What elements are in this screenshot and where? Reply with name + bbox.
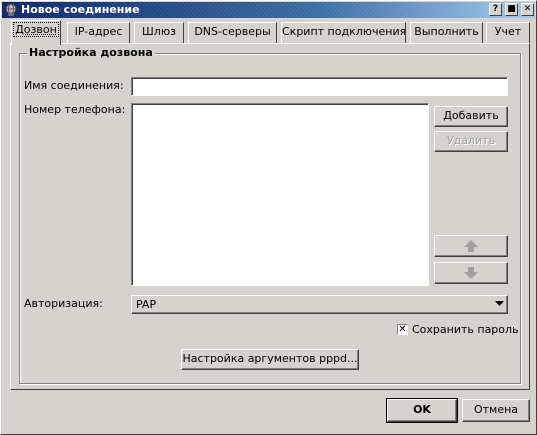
help-button[interactable]: ?	[489, 3, 502, 16]
tab-login-script[interactable]: Скрипт подключения	[281, 22, 406, 43]
save-password-label: Сохранить пароль	[412, 323, 519, 336]
tab-pane-dial: Настройка дозвона Имя соединения: Номер …	[10, 43, 530, 390]
tab-accounting[interactable]: Учет	[486, 22, 530, 43]
connection-name-label: Имя соединения:	[24, 79, 124, 92]
title-bar[interactable]: Новое соединение ? ■ ✕	[2, 2, 535, 18]
window-title: Новое соединение	[21, 3, 140, 16]
connection-name-input[interactable]	[131, 77, 508, 96]
tab-dns[interactable]: DNS-серверы	[188, 22, 277, 43]
arrow-up-icon	[464, 240, 478, 252]
move-up-button[interactable]	[434, 235, 508, 257]
group-title: Настройка дозвона	[27, 46, 155, 59]
move-down-button[interactable]	[434, 262, 508, 284]
phone-number-list[interactable]	[131, 103, 429, 286]
chevron-down-icon	[495, 301, 504, 306]
close-button[interactable]: ✕	[521, 3, 534, 16]
tab-dial-label: Дозвон	[13, 22, 59, 37]
ok-button[interactable]: OK	[386, 398, 458, 423]
maximize-button[interactable]: ■	[505, 3, 518, 16]
tab-gateway[interactable]: Шлюз	[134, 22, 184, 43]
dial-settings-group: Настройка дозвона Имя соединения: Номер …	[19, 46, 521, 384]
auth-label: Авторизация:	[24, 297, 103, 310]
save-password-checkbox[interactable]: ✕	[397, 324, 408, 335]
auth-select[interactable]: PAP	[131, 295, 508, 314]
dialog-window: Новое соединение ? ■ ✕ Дозвон IP-адрес Ш…	[0, 0, 537, 435]
kppp-globe-icon	[5, 3, 17, 17]
pppd-arguments-button[interactable]: Настройка аргументов pppd...	[181, 349, 359, 370]
tab-execute[interactable]: Выполнить	[410, 22, 483, 43]
tab-dial[interactable]: Дозвон	[11, 20, 61, 45]
arrow-down-icon	[464, 267, 478, 279]
tab-ip-address[interactable]: IP-адрес	[67, 22, 130, 43]
phone-number-label: Номер телефона:	[24, 103, 126, 116]
add-button[interactable]: Добавить	[434, 106, 508, 127]
auth-select-value: PAP	[136, 298, 157, 311]
remove-button[interactable]: Удалить	[434, 131, 508, 152]
cancel-button[interactable]: Отмена	[462, 399, 530, 422]
